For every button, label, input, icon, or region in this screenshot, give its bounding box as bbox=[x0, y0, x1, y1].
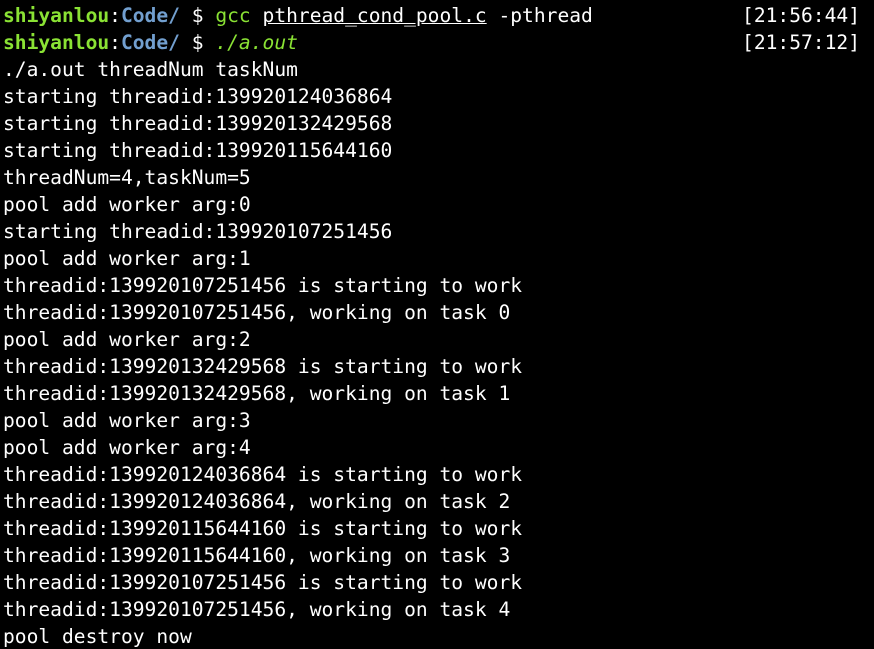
command-executable: ./a.out bbox=[215, 31, 298, 54]
output-line: threadid:139920115644160, working on tas… bbox=[3, 544, 511, 567]
output-line: threadNum=4,taskNum=5 bbox=[3, 166, 251, 189]
terminal-window[interactable]: shiyanlou:Code/ $ gcc pthread_cond_pool.… bbox=[0, 0, 874, 649]
command-file-arg: pthread_cond_pool.c bbox=[262, 4, 487, 27]
prompt-dollar: $ bbox=[179, 31, 216, 54]
output-line: threadid:139920115644160 is starting to … bbox=[3, 517, 523, 540]
output-line: starting threadid:139920107251456 bbox=[3, 220, 393, 243]
prompt-separator: : bbox=[109, 4, 121, 27]
output-line: pool destroy now bbox=[3, 625, 192, 648]
output-line: starting threadid:139920115644160 bbox=[3, 139, 393, 162]
output-line: threadid:139920124036864, working on tas… bbox=[3, 490, 511, 513]
output-line: threadid:139920107251456 is starting to … bbox=[3, 274, 523, 297]
output-line: threadid:139920107251456 is starting to … bbox=[3, 571, 523, 594]
command-flag-arg: -pthread bbox=[486, 4, 593, 27]
prompt-line: shiyanlou:Code/ $ gcc pthread_cond_pool.… bbox=[3, 2, 874, 29]
output-line: pool add worker arg:3 bbox=[3, 409, 251, 432]
output-line: threadid:139920124036864 is starting to … bbox=[3, 463, 523, 486]
prompt-timestamp: [21:57:12] bbox=[742, 31, 860, 54]
prompt-separator: : bbox=[109, 31, 121, 54]
output-line: starting threadid:139920132429568 bbox=[3, 112, 393, 135]
prompt-timestamp: [21:56:44] bbox=[742, 4, 860, 27]
output-line: threadid:139920107251456, working on tas… bbox=[3, 598, 511, 621]
output-line: threadid:139920132429568 is starting to … bbox=[3, 355, 523, 378]
terminal-output: ./a.out threadNum taskNum starting thread… bbox=[3, 56, 874, 649]
output-line: pool add worker arg:2 bbox=[3, 328, 251, 351]
output-line: pool add worker arg:4 bbox=[3, 436, 251, 459]
prompt-path: Code/ bbox=[120, 4, 180, 27]
prompt-line: shiyanlou:Code/ $ ./a.out [21:57:12] bbox=[3, 29, 874, 56]
prompt-path: Code/ bbox=[120, 31, 180, 54]
output-line: threadid:139920132429568, working on tas… bbox=[3, 382, 511, 405]
prompt-user: shiyanlou bbox=[3, 31, 110, 54]
prompt-dollar: $ bbox=[179, 4, 216, 27]
output-line: pool add worker arg:0 bbox=[3, 193, 251, 216]
command-name: gcc bbox=[215, 4, 251, 27]
output-line: starting threadid:139920124036864 bbox=[3, 85, 393, 108]
prompt-user: shiyanlou bbox=[3, 4, 110, 27]
output-line: pool add worker arg:1 bbox=[3, 247, 251, 270]
output-line: ./a.out threadNum taskNum bbox=[3, 58, 298, 81]
output-line: threadid:139920107251456, working on tas… bbox=[3, 301, 511, 324]
